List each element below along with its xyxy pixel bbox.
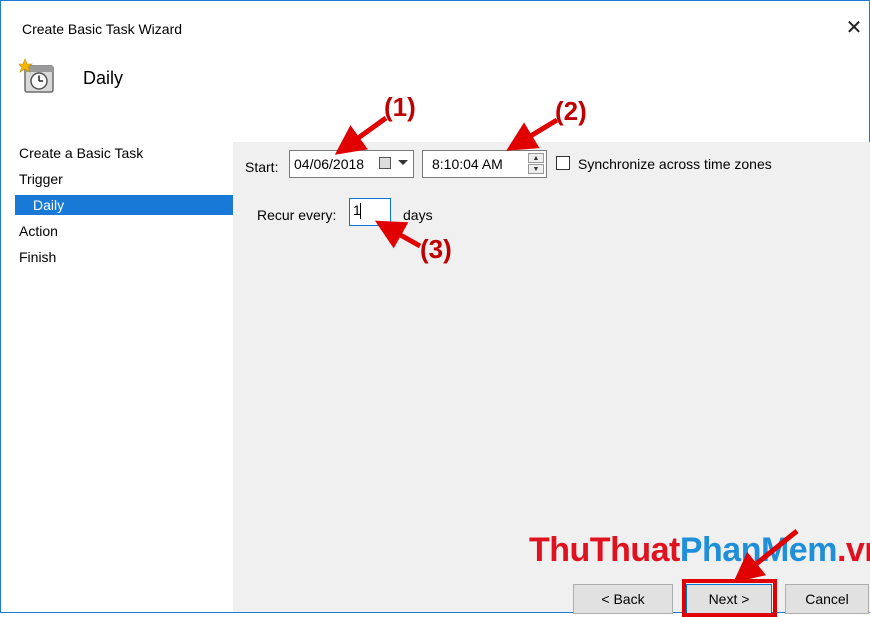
time-spinner[interactable]: ▲ ▼ <box>528 153 544 175</box>
start-time-value: 8:10:04 AM <box>432 156 503 172</box>
sidebar-item-action[interactable]: Action <box>19 221 58 241</box>
cancel-button[interactable]: Cancel <box>785 584 869 614</box>
watermark-logo: ThuThuatPhanMem.vn <box>529 531 870 569</box>
close-icon[interactable]: ✕ <box>839 13 869 43</box>
sidebar-item-create-task[interactable]: Create a Basic Task <box>19 143 143 163</box>
sidebar-item-finish[interactable]: Finish <box>19 247 56 267</box>
sync-timezones-label: Synchronize across time zones <box>578 156 772 172</box>
sidebar-item-daily[interactable]: Daily <box>15 195 233 215</box>
recur-label: Recur every: <box>257 207 337 223</box>
annotation-2: (2) <box>555 96 587 126</box>
window-title: Create Basic Task Wizard <box>22 21 183 37</box>
spin-up-icon[interactable]: ▲ <box>528 153 544 163</box>
wizard-steps-sidebar: Create a Basic Task Trigger Daily Action… <box>11 142 233 612</box>
calendar-icon[interactable] <box>379 157 391 169</box>
chevron-down-icon[interactable] <box>398 160 408 165</box>
text-caret <box>360 203 361 219</box>
recur-days-input[interactable]: 1 <box>349 198 391 226</box>
next-highlight-box <box>682 579 777 617</box>
annotation-3: (3) <box>420 234 452 264</box>
annotation-1: (1) <box>384 92 416 122</box>
spin-down-icon[interactable]: ▼ <box>528 164 544 174</box>
start-label: Start: <box>245 159 279 175</box>
start-date-value: 04/06/2018 <box>294 156 365 172</box>
clock-task-icon <box>19 58 54 93</box>
wizard-window: Create Basic Task Wizard ✕ Daily Create … <box>0 0 870 617</box>
page-title: Daily <box>83 68 124 88</box>
start-time-field[interactable]: 8:10:04 AM ▲ ▼ <box>422 150 547 178</box>
sidebar-item-trigger[interactable]: Trigger <box>19 169 63 189</box>
wizard-header: Daily <box>1 41 869 141</box>
recur-unit-label: days <box>403 207 433 223</box>
back-button[interactable]: < Back <box>573 584 673 614</box>
start-date-picker[interactable]: 04/06/2018 <box>289 150 414 178</box>
title-bar: Create Basic Task Wizard ✕ <box>1 1 869 41</box>
sync-timezones-checkbox[interactable] <box>556 156 570 170</box>
